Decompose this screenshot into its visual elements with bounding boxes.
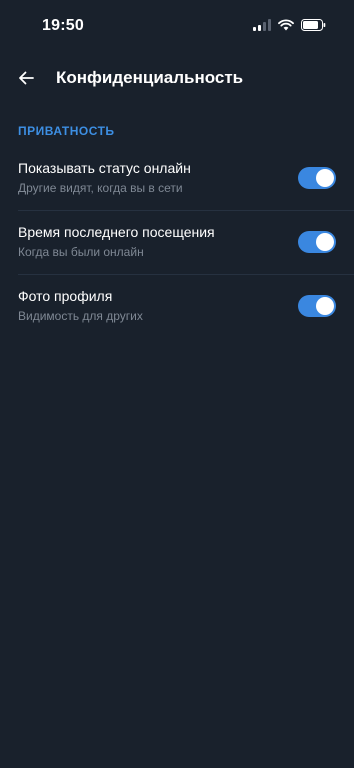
app-bar: Конфиденциальность — [0, 58, 354, 100]
cellular-signal-icon — [253, 19, 271, 31]
battery-icon — [301, 19, 326, 31]
status-icons — [253, 19, 326, 31]
setting-title: Показывать статус онлайн — [18, 160, 191, 176]
setting-subtitle: Другие видят, когда вы в сети — [18, 181, 183, 195]
toggle-knob — [316, 169, 334, 187]
setting-subtitle: Когда вы были онлайн — [18, 245, 144, 259]
toggle-knob — [316, 233, 334, 251]
online-status-toggle[interactable] — [298, 167, 336, 189]
section-header-privacy: ПРИВАТНОСТЬ — [18, 124, 115, 138]
arrow-left-icon — [19, 71, 34, 85]
status-bar: 19:50 — [0, 0, 354, 52]
setting-row-last-seen[interactable]: Время последнего посещения Когда вы были… — [0, 211, 354, 275]
setting-title: Время последнего посещения — [18, 224, 215, 240]
page-title: Конфиденциальность — [56, 68, 244, 87]
profile-photo-toggle[interactable] — [298, 295, 336, 317]
back-button[interactable] — [12, 64, 40, 92]
wifi-icon — [278, 19, 294, 31]
setting-subtitle: Видимость для других — [18, 309, 143, 323]
last-seen-toggle[interactable] — [298, 231, 336, 253]
setting-title: Фото профиля — [18, 288, 113, 304]
toggle-knob — [316, 297, 334, 315]
settings-list: Показывать статус онлайн Другие видят, к… — [0, 147, 354, 339]
status-time: 19:50 — [42, 17, 84, 34]
setting-row-profile-photo[interactable]: Фото профиля Видимость для других — [0, 275, 354, 339]
setting-row-online-status[interactable]: Показывать статус онлайн Другие видят, к… — [0, 147, 354, 211]
